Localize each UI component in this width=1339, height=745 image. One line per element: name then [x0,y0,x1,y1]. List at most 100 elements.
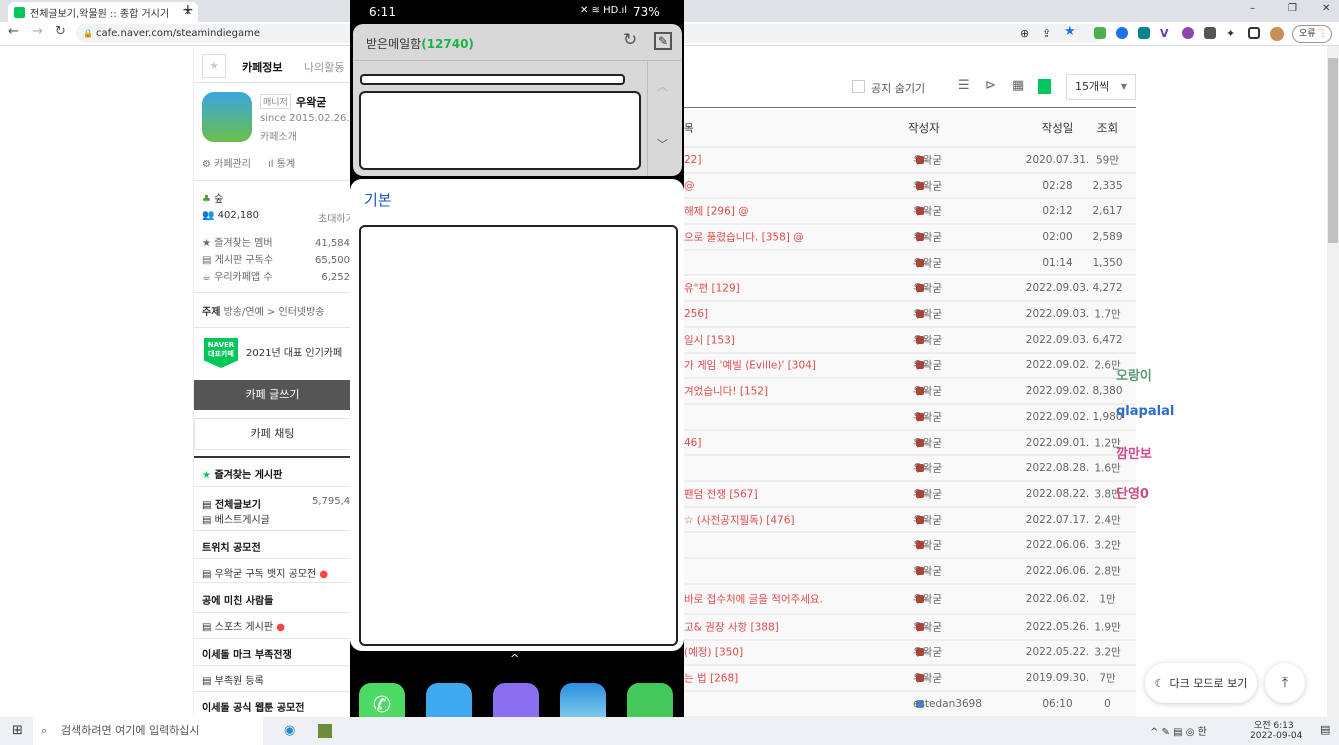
list-view-icon[interactable]: ☰ [958,78,970,93]
extension-icon[interactable] [1116,27,1128,39]
post-author[interactable]: 우왁굳 [913,282,942,295]
scroll-top-button[interactable]: ⤒ [1265,663,1305,703]
table-row[interactable]: 일시 [153] 우왁굳 2022.09.03. 6,472 [680,327,1136,354]
extension-icon[interactable] [1182,27,1194,39]
url-input-end[interactable] [684,24,1104,43]
extension-icon[interactable] [1138,27,1150,39]
page-scrollbar[interactable] [1327,46,1339,717]
extension-icon[interactable] [1094,27,1106,39]
post-title[interactable]: 고& 권장 사항 [388] [684,619,779,634]
post-author[interactable]: 우왁굳 [913,646,942,659]
grid-view-icon[interactable]: ▦ [1012,78,1024,93]
post-title[interactable]: 겨었습니다! [152] [684,384,768,399]
post-author[interactable]: 우왁굳 [913,462,942,475]
table-row[interactable]: 유"편 [129] 우왁굳 2022.09.03. 4,272 [680,276,1136,303]
windows-start-icon[interactable]: ⊞ [12,723,23,738]
post-title[interactable]: 일시 [153] [684,332,735,347]
share-icon[interactable]: ⇪ [1042,27,1054,40]
post-title[interactable]: 256] [684,308,708,320]
board-view-icon[interactable] [1038,79,1051,94]
expand-up-icon[interactable]: ^ [510,652,519,665]
post-author[interactable]: 우왁굳 [913,205,942,218]
cafe-write-button[interactable]: 카페 글쓰기 [194,380,351,410]
taskbar-search-input[interactable]: ⌕ 검색하려면 여기에 입력하십시 [33,717,263,745]
post-title[interactable]: 가 게임 '예빌 (Eville)' [304] [684,358,816,373]
minimize-button[interactable]: – [1250,3,1255,14]
cafe-chat-button[interactable]: 카페 채팅 [194,418,351,450]
post-author[interactable]: 우왁굳 [913,437,942,449]
table-row[interactable]: 22] 우왁굳 2020.07.31. 59만 [680,148,1136,174]
post-title[interactable]: 46] [684,437,701,449]
table-row[interactable]: @ 우왁굳 02:28 2,335 [680,173,1136,200]
post-author[interactable]: 우왁굳 [913,514,942,526]
post-author[interactable]: 우왁굳 [913,231,942,243]
post-title[interactable]: ☆ (사전공지필독) [476] [684,512,794,527]
favorite-star-button[interactable]: ★ [202,54,226,78]
board-best[interactable]: ▤ 베스트게시글 [202,511,270,526]
post-author[interactable]: 우왁굳 [913,565,942,578]
forward-icon[interactable]: → [32,24,43,39]
tab-cafe-info[interactable]: 카페정보 [242,59,282,75]
profile-avatar[interactable] [1270,27,1284,41]
compose-icon[interactable]: ✎ [654,32,672,50]
extensions-puzzle-icon[interactable]: ✦ [1226,27,1238,40]
cafe-intro-link[interactable]: 카페소개 [260,128,297,143]
mail-widget[interactable]: 받은메일함(12740) ↻ ✎ ︿ ﹀ [353,24,682,176]
table-row[interactable]: 바로 접수처에 글을 적어주세요. 우왁굳 2022.06.02. 1만 [680,584,1136,615]
table-row[interactable]: 46] 우왁굳 2022.09.01. 1.2만 [680,430,1136,457]
table-row[interactable]: 겨었습니다! [152] 우왁굳 2022.09.02. 8,380 [680,379,1136,405]
post-title[interactable]: 해제 [296] @ [684,204,749,219]
minecraft-icon[interactable] [318,724,332,738]
post-title[interactable]: 으로 풀렸습니다. [358] @ [684,229,804,244]
post-author[interactable]: 우왁굳 [913,411,942,423]
back-icon[interactable]: ← [8,24,19,39]
close-window-button[interactable]: ✕ [1322,3,1330,14]
table-row[interactable]: 가 게임 '예빌 (Eville)' [304] 우왁굳 2022.09.02.… [680,353,1136,380]
table-row[interactable]: (예정) [350] 우왁굳 2022.05.22. 3.2만 [680,640,1136,667]
post-title[interactable]: 22] [684,154,701,166]
per-page-select[interactable]: 15개씩 ▼ [1066,74,1136,100]
table-row[interactable]: 우왁굳 2022.08.28. 1.6만 [680,456,1136,483]
bookmark-star-icon[interactable]: ★ [1064,24,1076,39]
table-row[interactable]: 으로 풀렸습니다. [358] @ 우왁굳 02:00 2,589 [680,225,1136,251]
post-title[interactable]: 는 법 [268] [684,671,738,686]
tray-icons[interactable]: ^ ✎ ▤ ◎ 한 [1150,723,1207,738]
post-author[interactable]: 우왁굳 [913,488,942,500]
board-item[interactable]: ▤ 스포츠 게시판 ● [202,618,285,633]
table-row[interactable]: 우왁굳 2022.06.06. 2.8만 [680,559,1136,585]
refresh-icon[interactable]: ↻ [623,30,637,50]
edge-browser-icon[interactable]: ◉ [284,723,295,738]
play-view-icon[interactable]: ⊳ [985,78,996,93]
mail-item[interactable] [359,91,641,170]
dark-mode-button[interactable]: ☾ 다크 모드로 보기 [1145,663,1257,703]
board-item[interactable]: ▤ 우왁굳 구독 뱃지 공모전 ● [202,565,328,580]
post-author[interactable]: 우왁굳 [913,621,942,633]
table-row[interactable]: 는 법 [268] 우왁굳 2019.09.30. 7만 [680,666,1136,692]
table-row[interactable]: 우왁굳 01:14 1,350 [680,250,1136,277]
post-author[interactable]: 우왁굳 [913,154,942,166]
board-all-posts[interactable]: ▤ 전체글보기 [202,496,261,511]
cafe-manage-link[interactable]: ⚙ 카페관리 [202,155,251,170]
browser-tab[interactable]: 전체글보기,왁물원 :: 종합 거시기 ✕ [8,2,198,22]
post-title[interactable]: 바로 접수처에 글을 적어주세요. [684,591,823,606]
post-author[interactable]: 우왁굳 [913,180,942,192]
stats-link[interactable]: ıl 통계 [268,155,295,170]
post-author[interactable]: 우왁굳 [913,593,942,605]
new-tab-button[interactable]: + [182,2,194,18]
post-author[interactable]: estedan3698 [913,698,982,710]
table-row[interactable]: 우왁굳 2022.09.02. 1,980 [680,405,1136,431]
extension-icon[interactable] [1204,27,1216,39]
profile-error-button[interactable]: 오류 ⋮ [1292,25,1332,43]
post-author[interactable]: 우왁굳 [913,359,942,372]
post-title[interactable]: 유"편 [129] [684,281,740,296]
side-panel-icon[interactable] [1248,27,1260,39]
post-author[interactable]: 우왁굳 [913,672,942,685]
topic-link[interactable]: 방송/연예 > 인터넷방송 [224,307,325,318]
post-title[interactable]: @ [684,180,695,192]
table-row[interactable]: 해제 [296] @ 우왁굳 02:12 2,617 [680,199,1136,226]
table-row[interactable]: 256] 우왁굳 2022.09.03. 1.7만 [680,302,1136,328]
post-author[interactable]: 우왁굳 [913,334,942,346]
post-author[interactable]: 우왁굳 [913,539,942,552]
post-author[interactable]: 우왁굳 [913,257,942,269]
hide-notice-checkbox[interactable] [852,80,865,93]
